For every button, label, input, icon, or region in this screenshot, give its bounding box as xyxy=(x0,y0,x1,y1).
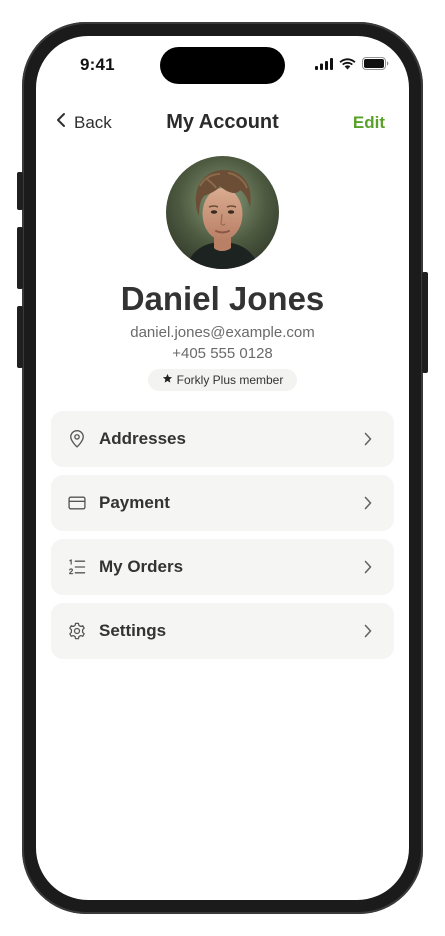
credit-card-icon xyxy=(66,492,88,514)
menu-item-my-orders[interactable]: My Orders xyxy=(51,539,394,595)
cellular-signal-icon xyxy=(315,57,333,75)
profile-email: daniel.jones@example.com xyxy=(130,324,315,341)
star-icon xyxy=(162,373,173,387)
menu-item-label: Settings xyxy=(99,621,167,640)
edit-button[interactable]: Edit xyxy=(353,113,385,133)
status-icons xyxy=(315,57,389,75)
badge-label: Forkly Plus member xyxy=(176,373,284,387)
app-screen: 9:41 Back My Account Edit Daniel Jones d… xyxy=(36,36,409,900)
menu-item-payment[interactable]: Payment xyxy=(51,475,394,531)
chevron-right-icon xyxy=(362,496,374,510)
membership-badge: Forkly Plus member xyxy=(148,369,297,391)
action-button xyxy=(17,172,23,210)
menu-item-addresses[interactable]: Addresses xyxy=(51,411,394,467)
profile-name: Daniel Jones xyxy=(120,280,325,317)
chevron-right-icon xyxy=(362,624,374,638)
account-menu: Addresses Payment My Orders Settings xyxy=(51,411,394,667)
dynamic-island xyxy=(160,47,285,84)
menu-item-label: Payment xyxy=(99,493,170,512)
volume-down-button xyxy=(17,306,23,368)
gear-icon xyxy=(66,620,88,642)
volume-up-button xyxy=(17,227,23,289)
chevron-right-icon xyxy=(362,560,374,574)
menu-item-settings[interactable]: Settings xyxy=(51,603,394,659)
navigation-bar: Back My Account Edit xyxy=(36,108,409,140)
chevron-right-icon xyxy=(362,432,374,446)
profile-phone: +405 555 0128 xyxy=(172,345,273,362)
avatar[interactable] xyxy=(166,156,279,269)
menu-item-label: My Orders xyxy=(99,557,184,576)
menu-item-label: Addresses xyxy=(99,429,186,448)
battery-icon xyxy=(362,57,389,75)
wifi-icon xyxy=(339,57,356,75)
map-pin-icon xyxy=(66,428,88,450)
ordered-list-icon xyxy=(66,556,88,578)
power-button xyxy=(422,272,428,373)
status-time: 9:41 xyxy=(80,55,115,74)
